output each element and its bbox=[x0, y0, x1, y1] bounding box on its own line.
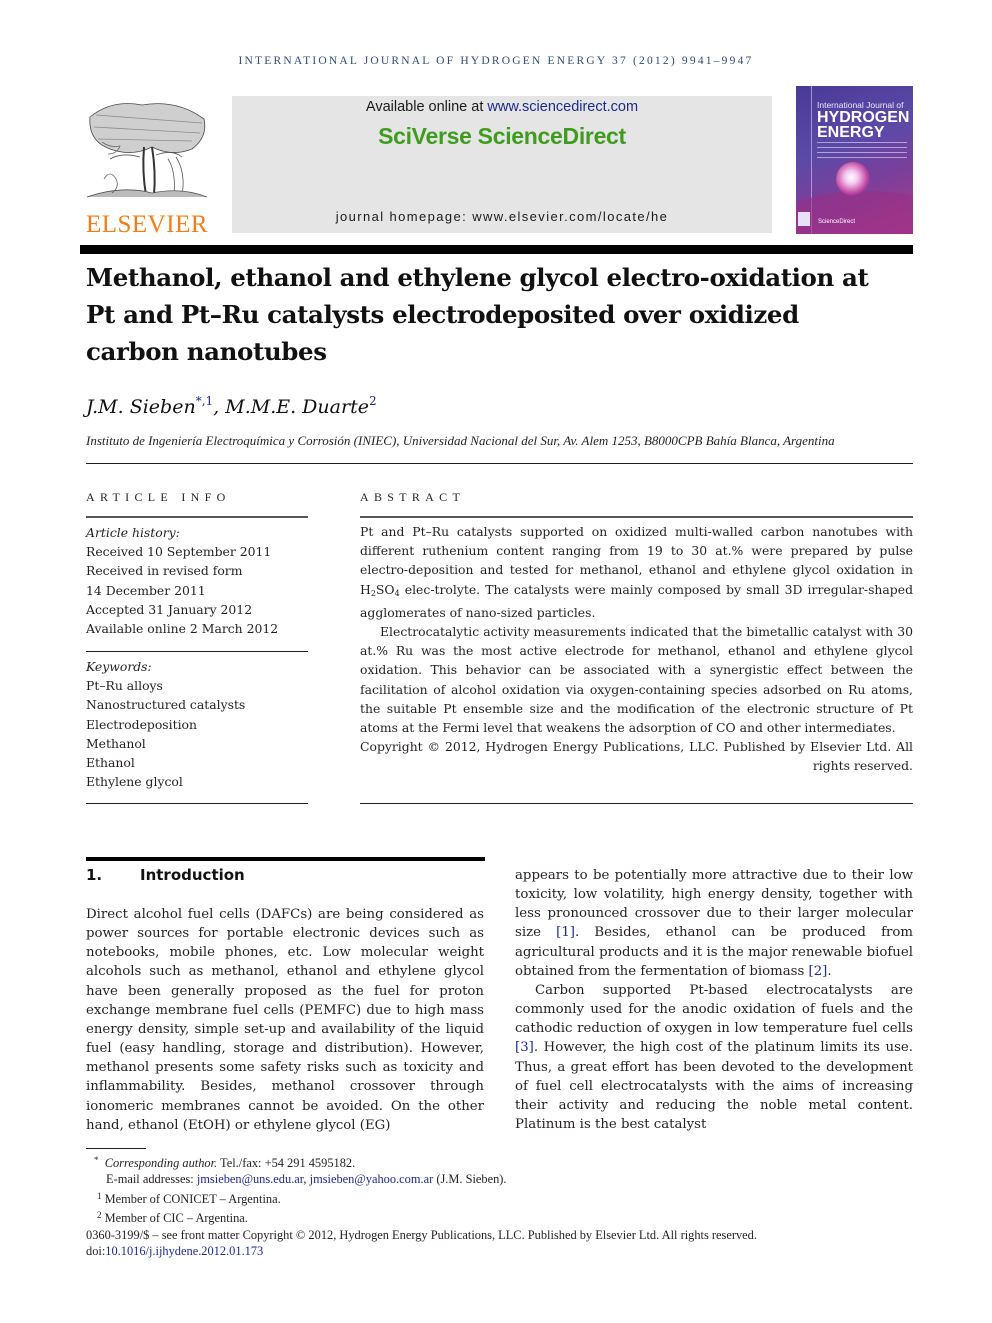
email-link[interactable]: jmsieben@yahoo.com.ar bbox=[310, 1172, 434, 1186]
citation-link[interactable]: [2] bbox=[809, 964, 828, 979]
email-link[interactable]: jmsieben@uns.edu.ar bbox=[197, 1172, 304, 1186]
elsevier-logo[interactable]: ELSEVIER bbox=[82, 97, 212, 238]
sciverse-sciencedirect-logo[interactable]: SciVerse ScienceDirect bbox=[232, 123, 772, 150]
abstract-bottom-rule bbox=[360, 803, 913, 804]
footnote-rule bbox=[86, 1148, 146, 1149]
article-history-label: Article history: bbox=[86, 525, 180, 540]
available-online-text: Available online at www.sciencedirect.co… bbox=[232, 99, 772, 115]
keyword-item: Pt–Ru alloys bbox=[86, 678, 163, 694]
email-note: E-mail addresses: jmsieben@uns.edu.ar, j… bbox=[106, 1172, 507, 1187]
affiliation-divider bbox=[86, 463, 913, 464]
keyword-item: Methanol bbox=[86, 735, 146, 751]
article-history: Article history: Received 10 September 2… bbox=[86, 523, 308, 638]
keyword-item: Ethylene glycol bbox=[86, 774, 183, 790]
abstract-heading: ABSTRACT bbox=[360, 490, 466, 504]
author-marks[interactable]: 2 bbox=[369, 394, 377, 408]
doi-line: doi:10.1016/j.ijhydene.2012.01.173 bbox=[86, 1244, 264, 1259]
journal-cover-image[interactable]: International Journal of HYDROGEN ENERGY … bbox=[796, 86, 913, 234]
abstract-body: Pt and Pt–Ru catalysts supported on oxid… bbox=[360, 522, 913, 776]
journal-citation-header: INTERNATIONAL JOURNAL OF HYDROGEN ENERGY… bbox=[238, 55, 754, 67]
introduction-heading: 1. Introduction bbox=[86, 866, 245, 884]
author-affiliation: Instituto de Ingeniería Electroquímica y… bbox=[86, 433, 835, 448]
elsevier-wordmark: ELSEVIER bbox=[85, 211, 209, 238]
article-title: Methanol, ethanol and ethylene glycol el… bbox=[86, 263, 869, 366]
corresponding-author-note: * Corresponding author. Tel./fax: +54 29… bbox=[94, 1155, 356, 1170]
history-item: Received 10 September 2011 bbox=[86, 544, 272, 560]
cover-journal-title: HYDROGEN ENERGY bbox=[817, 110, 909, 141]
article-info-bottom-rule bbox=[86, 803, 308, 804]
doi-link[interactable]: 10.1016/j.ijhydene.2012.01.173 bbox=[105, 1244, 263, 1258]
keyword-item: Nanostructured catalysts bbox=[86, 697, 246, 713]
author-separator: , bbox=[213, 396, 226, 418]
history-item: Accepted 31 January 2012 bbox=[86, 601, 253, 617]
cover-publisher-logo-icon bbox=[798, 212, 810, 226]
section-title: Introduction bbox=[140, 866, 245, 884]
keywords-list: Keywords: Pt–Ru alloys Nanostructured ca… bbox=[86, 657, 308, 791]
cover-title-line3: ENERGY bbox=[817, 124, 885, 141]
history-item: 14 December 2011 bbox=[86, 582, 206, 598]
abstract-paragraph: Pt and Pt–Ru catalysts supported on oxid… bbox=[360, 524, 913, 620]
body-paragraph: Direct alcohol fuel cells (DAFCs) are be… bbox=[86, 907, 484, 1133]
author-list: J.M. Sieben*,1, M.M.E. Duarte2 bbox=[86, 394, 377, 418]
front-matter-note: 0360-3199/$ – see front matter Copyright… bbox=[86, 1227, 757, 1242]
footnote-2: 2 Member of CIC – Argentina. bbox=[97, 1210, 248, 1226]
abstract-copyright: Copyright © 2012, Hydrogen Energy Public… bbox=[360, 739, 913, 774]
journal-homepage-link[interactable]: journal homepage: www.elsevier.com/locat… bbox=[232, 209, 772, 224]
cover-editor-lines bbox=[817, 142, 907, 162]
introduction-left-column: Direct alcohol fuel cells (DAFCs) are be… bbox=[86, 905, 484, 1135]
citation-link[interactable]: [1] bbox=[556, 925, 575, 940]
section-number: 1. bbox=[86, 866, 103, 884]
introduction-right-column: appears to be potentially more attractiv… bbox=[515, 866, 913, 1134]
history-item: Available online 2 March 2012 bbox=[86, 621, 279, 637]
sciencedirect-banner: Available online at www.sciencedirect.co… bbox=[232, 96, 772, 233]
article-info-divider bbox=[86, 516, 308, 518]
sciencedirect-link[interactable]: www.sciencedirect.com bbox=[487, 99, 638, 115]
body-paragraph: appears to be potentially more attractiv… bbox=[515, 868, 913, 979]
author-name[interactable]: M.M.E. Duarte bbox=[225, 396, 369, 418]
citation-link[interactable]: [3] bbox=[515, 1040, 534, 1055]
keyword-item: Ethanol bbox=[86, 755, 135, 771]
introduction-rule bbox=[86, 857, 485, 861]
footnotes: * Corresponding author. Tel./fax: +54 29… bbox=[86, 1152, 926, 1259]
author-marks[interactable]: *,1 bbox=[196, 394, 213, 408]
keywords-label: Keywords: bbox=[86, 659, 152, 674]
cover-orb-graphic bbox=[836, 162, 870, 196]
abstract-paragraph: Electrocatalytic activity measurements i… bbox=[360, 624, 913, 736]
article-info-heading: ARTICLE INFO bbox=[86, 490, 231, 504]
abstract-divider bbox=[360, 516, 913, 518]
available-online-prefix: Available online at bbox=[365, 99, 488, 115]
keywords-divider bbox=[86, 651, 308, 652]
cover-arc-graphic bbox=[796, 191, 913, 234]
cover-sciencedirect-label: ScienceDirect bbox=[818, 219, 856, 225]
author-name[interactable]: J.M. Sieben bbox=[86, 396, 196, 418]
header-rule bbox=[80, 245, 913, 254]
footnote-1: 1 Member of CONICET – Argentina. bbox=[97, 1190, 281, 1206]
body-paragraph: Carbon supported Pt-based electrocatalys… bbox=[515, 982, 913, 1133]
history-item: Received in revised form bbox=[86, 563, 243, 579]
keyword-item: Electrodeposition bbox=[86, 716, 198, 732]
elsevier-tree-icon bbox=[86, 103, 208, 198]
